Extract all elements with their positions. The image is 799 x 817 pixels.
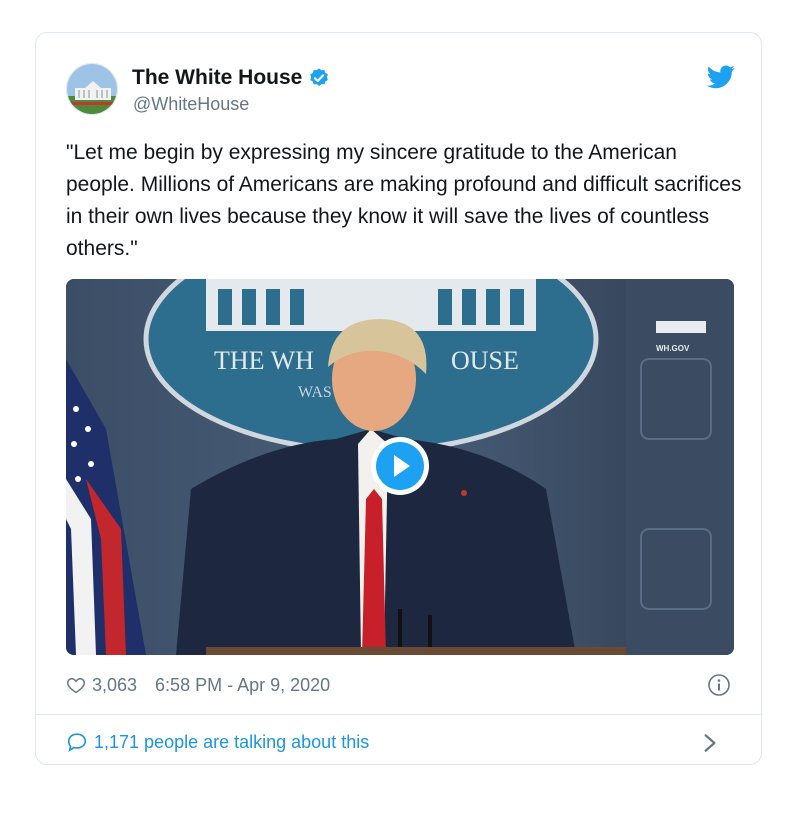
- divider: [36, 714, 761, 715]
- verified-badge-icon: [310, 68, 329, 86]
- display-name[interactable]: The White House: [132, 66, 330, 90]
- heart-icon: [67, 677, 85, 694]
- like-count: 3,063: [92, 674, 138, 695]
- tweet-card: The White House @WhiteHouse "Let me begi…: [35, 32, 762, 765]
- svg-text:THE WH: THE WH: [214, 346, 314, 375]
- reply-icon: [67, 733, 87, 753]
- video-player[interactable]: THE WH OUSE WAS WH.GOV: [66, 279, 734, 655]
- avatar[interactable]: [66, 63, 118, 115]
- conversation-link[interactable]: 1,171 people are talking about this: [66, 727, 731, 757]
- svg-text:WAS: WAS: [298, 384, 332, 401]
- play-button[interactable]: [371, 437, 429, 495]
- twitter-bird-icon[interactable]: [707, 65, 735, 89]
- tweet-meta: 3,063 6:58 PM - Apr 9, 2020: [66, 673, 731, 697]
- handle[interactable]: @WhiteHouse: [133, 94, 249, 115]
- timestamp[interactable]: 6:58 PM - Apr 9, 2020: [155, 675, 330, 696]
- info-icon[interactable]: [707, 673, 731, 697]
- svg-text:OUSE: OUSE: [451, 346, 519, 375]
- chevron-right-icon[interactable]: [699, 732, 721, 754]
- play-icon: [376, 442, 424, 490]
- display-name-text[interactable]: The White House: [132, 66, 302, 90]
- tweet-text: "Let me begin by expressing my sincere g…: [66, 141, 742, 260]
- like-button[interactable]: 3,063: [66, 675, 137, 696]
- talking-text[interactable]: 1,171 people are talking about this: [94, 732, 369, 753]
- watermark-text: WH.GOV: [656, 344, 690, 353]
